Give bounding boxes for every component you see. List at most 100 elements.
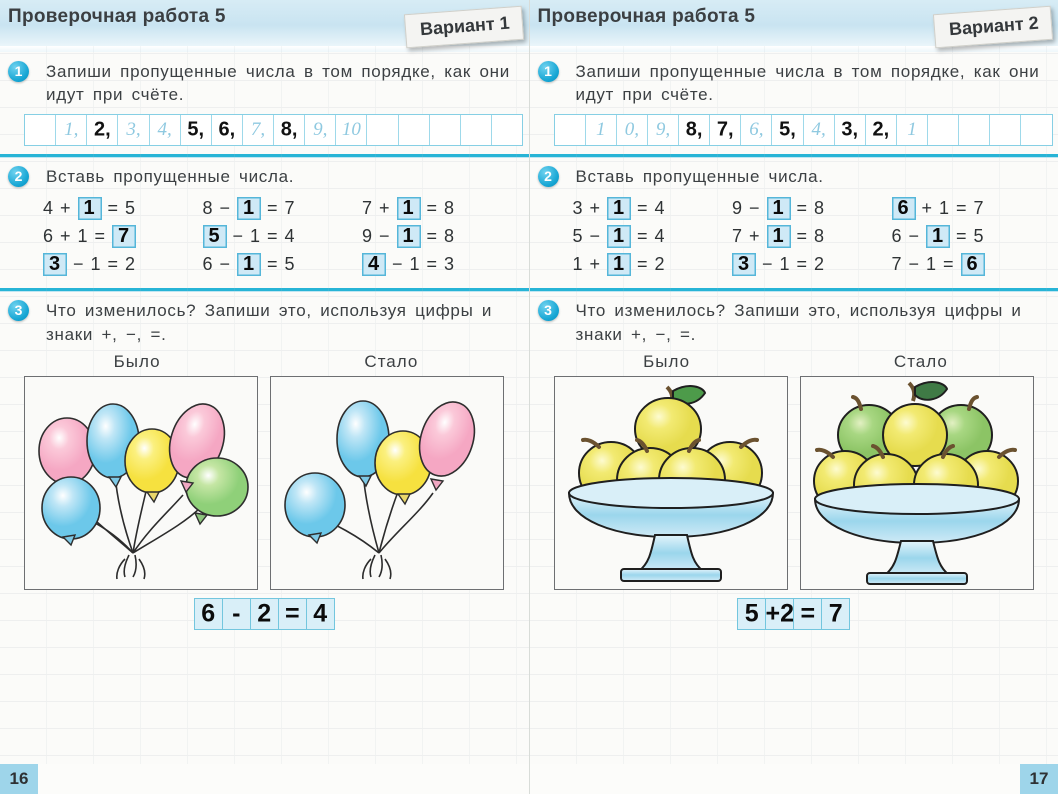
- number-cell[interactable]: 4,: [150, 114, 181, 145]
- number-cell[interactable]: 2,: [87, 114, 119, 145]
- page-header-left: Проверочная работа 5 Вариант 1: [0, 0, 529, 49]
- answer-grid[interactable]: 6-2 = 4: [193, 598, 335, 631]
- number-cell[interactable]: 1,: [56, 114, 88, 145]
- task-instruction: Вставь пропущенные числа.: [575, 166, 824, 186]
- answer-cell[interactable]: 5: [738, 599, 767, 630]
- equation: 6−1 = 5: [889, 224, 1049, 248]
- number-cell[interactable]: 3,: [118, 114, 150, 145]
- answer-cell[interactable]: 2: [251, 599, 279, 630]
- equation-token: −: [749, 197, 761, 218]
- equation-blank[interactable]: 1: [237, 252, 262, 276]
- number-cell[interactable]: 9,: [305, 114, 337, 145]
- equation-blank[interactable]: 5: [202, 224, 227, 248]
- equation-blank[interactable]: 1: [926, 224, 951, 248]
- number-cell[interactable]: 8,: [274, 114, 306, 145]
- equation: 6−1 = 5: [200, 252, 360, 276]
- equation-row: 3−1 = 2 6−1 = 5 4−1 = 3: [40, 250, 519, 278]
- equation-blank[interactable]: 3: [732, 252, 756, 276]
- answer-cell[interactable]: 7: [822, 599, 849, 629]
- equation-token: −: [762, 253, 774, 274]
- number-cell[interactable]: 4,: [804, 114, 835, 145]
- equation-blank[interactable]: 1: [766, 224, 791, 248]
- number-cell[interactable]: [959, 114, 991, 145]
- equation-token: 6: [202, 253, 214, 274]
- answer-cell[interactable]: =: [279, 599, 307, 630]
- number-cell[interactable]: 9,: [648, 114, 679, 145]
- number-cell[interactable]: [492, 115, 522, 145]
- number-cell[interactable]: 6,: [212, 114, 243, 145]
- number-cell-value: 4,: [157, 118, 172, 140]
- number-cell[interactable]: [399, 114, 430, 145]
- number-cell[interactable]: 1: [586, 114, 617, 145]
- equation-blank[interactable]: 3: [43, 252, 67, 276]
- number-cell[interactable]: 7,: [710, 114, 742, 145]
- number-cell[interactable]: [555, 114, 586, 145]
- number-cell[interactable]: 10: [336, 114, 368, 145]
- equation-blank[interactable]: 1: [396, 224, 421, 248]
- equation-token: 9: [732, 197, 744, 218]
- number-cell[interactable]: 8,: [679, 114, 711, 145]
- number-cell[interactable]: 0,: [617, 114, 648, 145]
- number-cell[interactable]: [367, 114, 399, 145]
- equation-token: 7: [284, 197, 296, 218]
- number-line-grid[interactable]: 1, 2, 3, 4, 5, 6, 7, 8, 9, 10: [24, 113, 523, 146]
- number-cell[interactable]: 7,: [243, 114, 274, 145]
- number-cell[interactable]: [990, 114, 1022, 145]
- answer-cell[interactable]: 4: [307, 599, 334, 629]
- picture-before-apples: [553, 376, 788, 591]
- equation-blank[interactable]: 7: [112, 224, 137, 248]
- answer-grid[interactable]: 5 +2 = 7: [737, 598, 851, 631]
- answer-cell[interactable]: =: [794, 599, 823, 630]
- equation-token: +: [589, 253, 602, 274]
- number-line-grid[interactable]: 1 0, 9, 8, 7, 6, 5, 4, 3, 2, 1: [553, 113, 1053, 146]
- equation-token: 5: [973, 225, 985, 246]
- answer-row[interactable]: 5 +2 = 7: [540, 598, 1049, 634]
- equation-row: 5−1 = 4 7 +1 = 8 6−1 = 5: [570, 222, 1049, 250]
- number-cell[interactable]: [25, 114, 57, 145]
- number-cell[interactable]: [430, 114, 461, 145]
- equation-blank[interactable]: 1: [607, 252, 632, 276]
- picture-pair: [10, 376, 519, 591]
- number-cell-value: 6,: [218, 118, 236, 141]
- equation-blank[interactable]: 1: [766, 196, 791, 220]
- answer-cell-value: -: [232, 599, 241, 628]
- equation-blank[interactable]: 1: [237, 196, 262, 220]
- equation-blank[interactable]: 6: [891, 196, 916, 220]
- number-cell[interactable]: 3,: [835, 114, 866, 145]
- page-title: Проверочная работа 5: [537, 6, 756, 27]
- number-cell[interactable]: 6,: [741, 114, 773, 145]
- answer-cell[interactable]: 6: [195, 599, 223, 630]
- equation-blank[interactable]: 1: [77, 196, 102, 220]
- equation-token: =: [943, 253, 955, 274]
- answer-row[interactable]: 6-2 = 4: [10, 598, 519, 634]
- equation-blank[interactable]: 1: [607, 224, 632, 248]
- answer-cell[interactable]: -: [223, 599, 251, 630]
- number-cell[interactable]: [928, 114, 960, 145]
- number-cell[interactable]: 5,: [772, 114, 804, 145]
- number-cell[interactable]: 1: [897, 114, 928, 145]
- number-cell[interactable]: 2,: [866, 114, 897, 145]
- equation-blank[interactable]: 1: [607, 196, 632, 220]
- equation-token: =: [796, 225, 809, 246]
- number-cell-value: 3,: [126, 118, 141, 140]
- task-number-badge: 3: [537, 300, 559, 322]
- picture-before-balloons: [24, 376, 259, 591]
- equation-list[interactable]: 3 +1 = 4 9−1 = 8 6 +1 = 7 5−1 = 4 7 +1 = 8 6−1 = 5 1 +1 = 2 3−1 = 2…: [570, 194, 1049, 278]
- equation-list[interactable]: 4 +1 = 5 8−1 = 7 7 +1 = 8 6 +1 = 7 5−1 = 4 9−1 = 8 3−1 = 2 6−1 = 5…: [40, 194, 519, 278]
- equation-blank[interactable]: 4: [362, 252, 386, 276]
- equation: 3−1 = 2: [40, 252, 200, 276]
- task-1-right: 1 Запиши пропущенные числа в том порядке…: [530, 52, 1058, 154]
- equation-token: =: [796, 197, 809, 218]
- equation-token: 8: [814, 197, 826, 218]
- answer-cell[interactable]: +2: [765, 599, 795, 630]
- equation-token: 9: [362, 225, 374, 246]
- page-number-left: 16: [0, 764, 38, 794]
- equation-blank[interactable]: 6: [960, 252, 985, 276]
- equation-blank[interactable]: 1: [396, 196, 421, 220]
- equation: 9−1 = 8: [359, 224, 519, 248]
- number-cell[interactable]: 5,: [181, 114, 212, 145]
- equation-token: =: [637, 253, 649, 274]
- equation-token: −: [589, 225, 602, 246]
- number-cell[interactable]: [461, 114, 492, 145]
- number-cell[interactable]: [1021, 115, 1051, 145]
